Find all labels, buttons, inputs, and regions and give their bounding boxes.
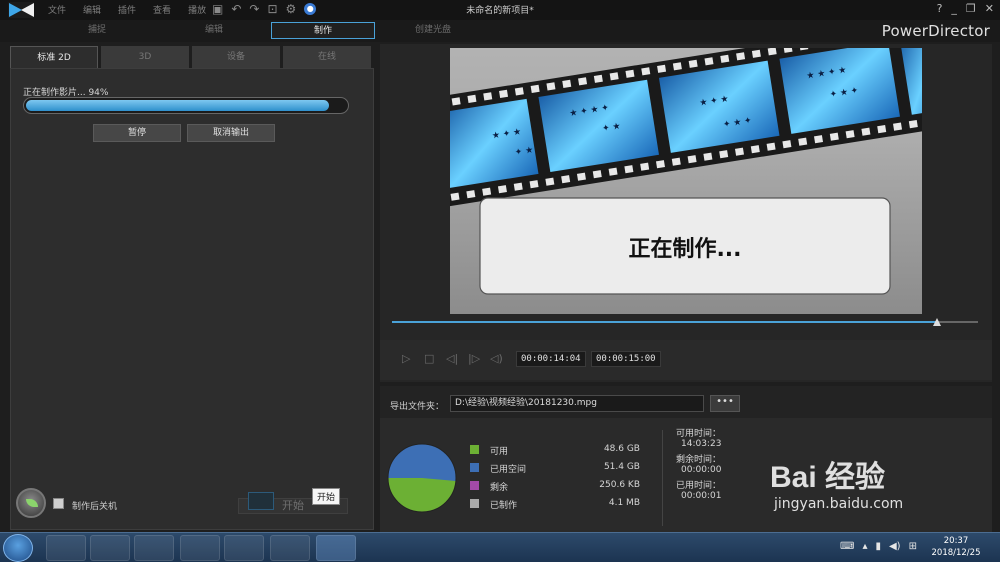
legend-value: 250.6 KB <box>599 480 640 490</box>
timeline-scrubber[interactable] <box>932 318 941 326</box>
minimize-icon[interactable]: _ <box>951 2 957 15</box>
film-icon <box>248 492 274 510</box>
clock-date: 2018/12/25 <box>931 548 981 558</box>
tab-capture[interactable]: 捕捉 <box>45 22 149 39</box>
legend-swatch-produced <box>470 499 479 508</box>
available-time-value: 14:03:23 <box>681 439 722 449</box>
disk-usage-pie <box>387 443 457 513</box>
legend-swatch-remaining <box>470 481 479 490</box>
legend-name: 已用空间 <box>490 465 527 475</box>
tab-3d[interactable]: 3D <box>101 46 189 68</box>
record-icon[interactable] <box>270 535 310 561</box>
legend-name: 剩余 <box>490 483 509 493</box>
input-icon[interactable]: ⊞ <box>909 541 917 552</box>
title-bar: 文件 编辑 插件 查看 播放 ▣ ↶ ↷ ⊡ ⚙ ● 未命名的新项目* ? _ … <box>0 0 1000 20</box>
legend-name: 可用 <box>490 447 509 457</box>
legend-swatch-available <box>470 445 479 454</box>
baidu-watermark: Bai 经验 jingyan.baidu.com <box>770 452 903 512</box>
elapsed-time-value: 00:00:01 <box>681 491 722 501</box>
export-folder-field[interactable]: D:\经验\视频经验\20181230.mpg <box>450 395 704 412</box>
firefox-icon[interactable] <box>180 535 220 561</box>
browser-360-icon[interactable] <box>46 535 86 561</box>
close-icon[interactable]: ✕ <box>985 2 994 15</box>
progress-bar <box>23 97 349 114</box>
qq-icon[interactable] <box>134 535 174 561</box>
volume-icon[interactable]: ◁) <box>490 352 503 365</box>
brand-name: PowerDirector <box>881 22 990 40</box>
produce-panel: 标准 2D 3D 设备 在线 正在制作影片... 94% 暂停 取消输出 制作后… <box>8 44 374 530</box>
file-explorer-icon[interactable] <box>90 535 130 561</box>
current-timecode: 00:00:14:04 <box>516 351 586 367</box>
available-time-label: 可用时间： <box>676 429 722 439</box>
pause-button[interactable]: 暂停 <box>93 124 181 142</box>
mode-tab-bar: 捕捉 编辑 制作 创建光盘 <box>0 20 1000 42</box>
remaining-time-label: 剩余时间： <box>676 455 722 465</box>
tab-create-disc[interactable]: 创建光盘 <box>381 22 485 39</box>
legend-row-remaining: 剩余 250.6 KB <box>470 478 640 496</box>
leaf-icon <box>26 499 38 507</box>
windows-start-icon[interactable] <box>3 534 33 562</box>
clock-time: 20:37 <box>943 536 969 546</box>
legend-name: 已制作 <box>490 501 518 511</box>
preview-overlay-text: 正在制作... <box>628 236 741 262</box>
timeline-remaining <box>936 321 978 323</box>
green-mode-icon[interactable] <box>16 488 46 518</box>
elapsed-time-label: 已用时间： <box>676 481 722 491</box>
preview-panel: ★ ✦ ★ ✦ ★ ★ ✦ ★ ✦ ✦ ★ ★ ✦ ★ ✦ ★ ✦ ★ ★ ✦ ★ ✦ … <box>380 44 992 382</box>
browse-button[interactable]: ••• <box>710 395 740 412</box>
powerdirector-window: 文件 编辑 插件 查看 播放 ▣ ↶ ↷ ⊡ ⚙ ● 未命名的新项目* ? _ … <box>0 0 1000 532</box>
tab-edit[interactable]: 编辑 <box>162 22 266 39</box>
restore-icon[interactable]: ❐ <box>966 2 976 15</box>
total-timecode: 00:00:15:00 <box>591 351 661 367</box>
cancel-export-button[interactable]: 取消输出 <box>187 124 275 142</box>
remaining-time-value: 00:00:00 <box>681 465 722 475</box>
produce-body: 正在制作影片... 94% 暂停 取消输出 <box>10 68 374 530</box>
export-folder-label: 导出文件夹： <box>390 402 445 412</box>
media-app-icon[interactable] <box>224 535 264 561</box>
legend-swatch-used <box>470 463 479 472</box>
play-icon[interactable]: ▷ <box>402 352 410 365</box>
preview-frame: ★ ✦ ★✦ ★ ★ ✦ ★ ✦✦ ★ ★ ✦ ★✦ ★ ✦ ★ ★ ✦ ★✦ … <box>450 48 922 314</box>
divider <box>662 430 663 526</box>
tab-standard-2d[interactable]: 标准 2D <box>10 46 98 68</box>
time-info: 可用时间： 14:03:23 剩余时间： 00:00:00 已用时间： 00:0… <box>676 426 736 504</box>
taskbar-clock[interactable]: 20:37 2018/12/25 <box>926 535 986 559</box>
start-tooltip: 开始 <box>312 488 341 505</box>
format-tabs: 标准 2D 3D 设备 在线 <box>10 46 371 68</box>
legend-value: 48.6 GB <box>603 444 640 454</box>
previous-frame-icon[interactable]: ◁| <box>446 352 458 365</box>
next-frame-icon[interactable]: |▷ <box>468 352 480 365</box>
pie-slice-used <box>388 444 456 481</box>
legend-row-produced: 已制作 4.1 MB <box>470 496 640 514</box>
legend-row-used: 已用空间 51.4 GB <box>470 460 640 478</box>
watermark-brand: Bai 经验 <box>770 461 886 494</box>
legend-value: 51.4 GB <box>603 462 640 472</box>
network-icon[interactable]: ▮ <box>875 541 881 552</box>
document-title: 未命名的新项目* <box>466 6 534 16</box>
timeline-bar[interactable] <box>392 321 978 323</box>
powerdirector-taskbar-icon[interactable] <box>316 535 356 561</box>
windows-taskbar: ⌨ ▴ ▮ ◀) ⊞ 20:37 2018/12/25 <box>0 532 1000 562</box>
disk-legend: 可用 48.6 GB 已用空间 51.4 GB 剩余 250.6 KB 已制作 <box>470 442 640 514</box>
tab-produce[interactable]: 制作 <box>271 22 375 39</box>
window-controls: ? _ ❐ ✕ <box>937 2 994 15</box>
help-icon[interactable]: ? <box>937 2 943 15</box>
volume-tray-icon[interactable]: ◀) <box>889 541 901 552</box>
tab-online[interactable]: 在线 <box>283 46 371 68</box>
system-tray: ⌨ ▴ ▮ ◀) ⊞ <box>840 541 917 552</box>
expand-tray-icon[interactable]: ▴ <box>862 541 867 552</box>
shutdown-label: 制作后关机 <box>72 502 118 512</box>
progress-fill <box>26 100 329 111</box>
legend-row-available: 可用 48.6 GB <box>470 442 640 460</box>
shutdown-checkbox[interactable] <box>53 498 64 509</box>
stop-icon[interactable]: □ <box>424 352 434 365</box>
watermark-url: jingyan.baidu.com <box>774 496 904 512</box>
keyboard-icon[interactable]: ⌨ <box>840 541 854 552</box>
playback-controls: ▷ □ ◁| |▷ ◁) 00:00:14:04 00:00:15:00 <box>380 340 992 380</box>
legend-value: 4.1 MB <box>608 498 640 508</box>
tab-device[interactable]: 设备 <box>192 46 280 68</box>
